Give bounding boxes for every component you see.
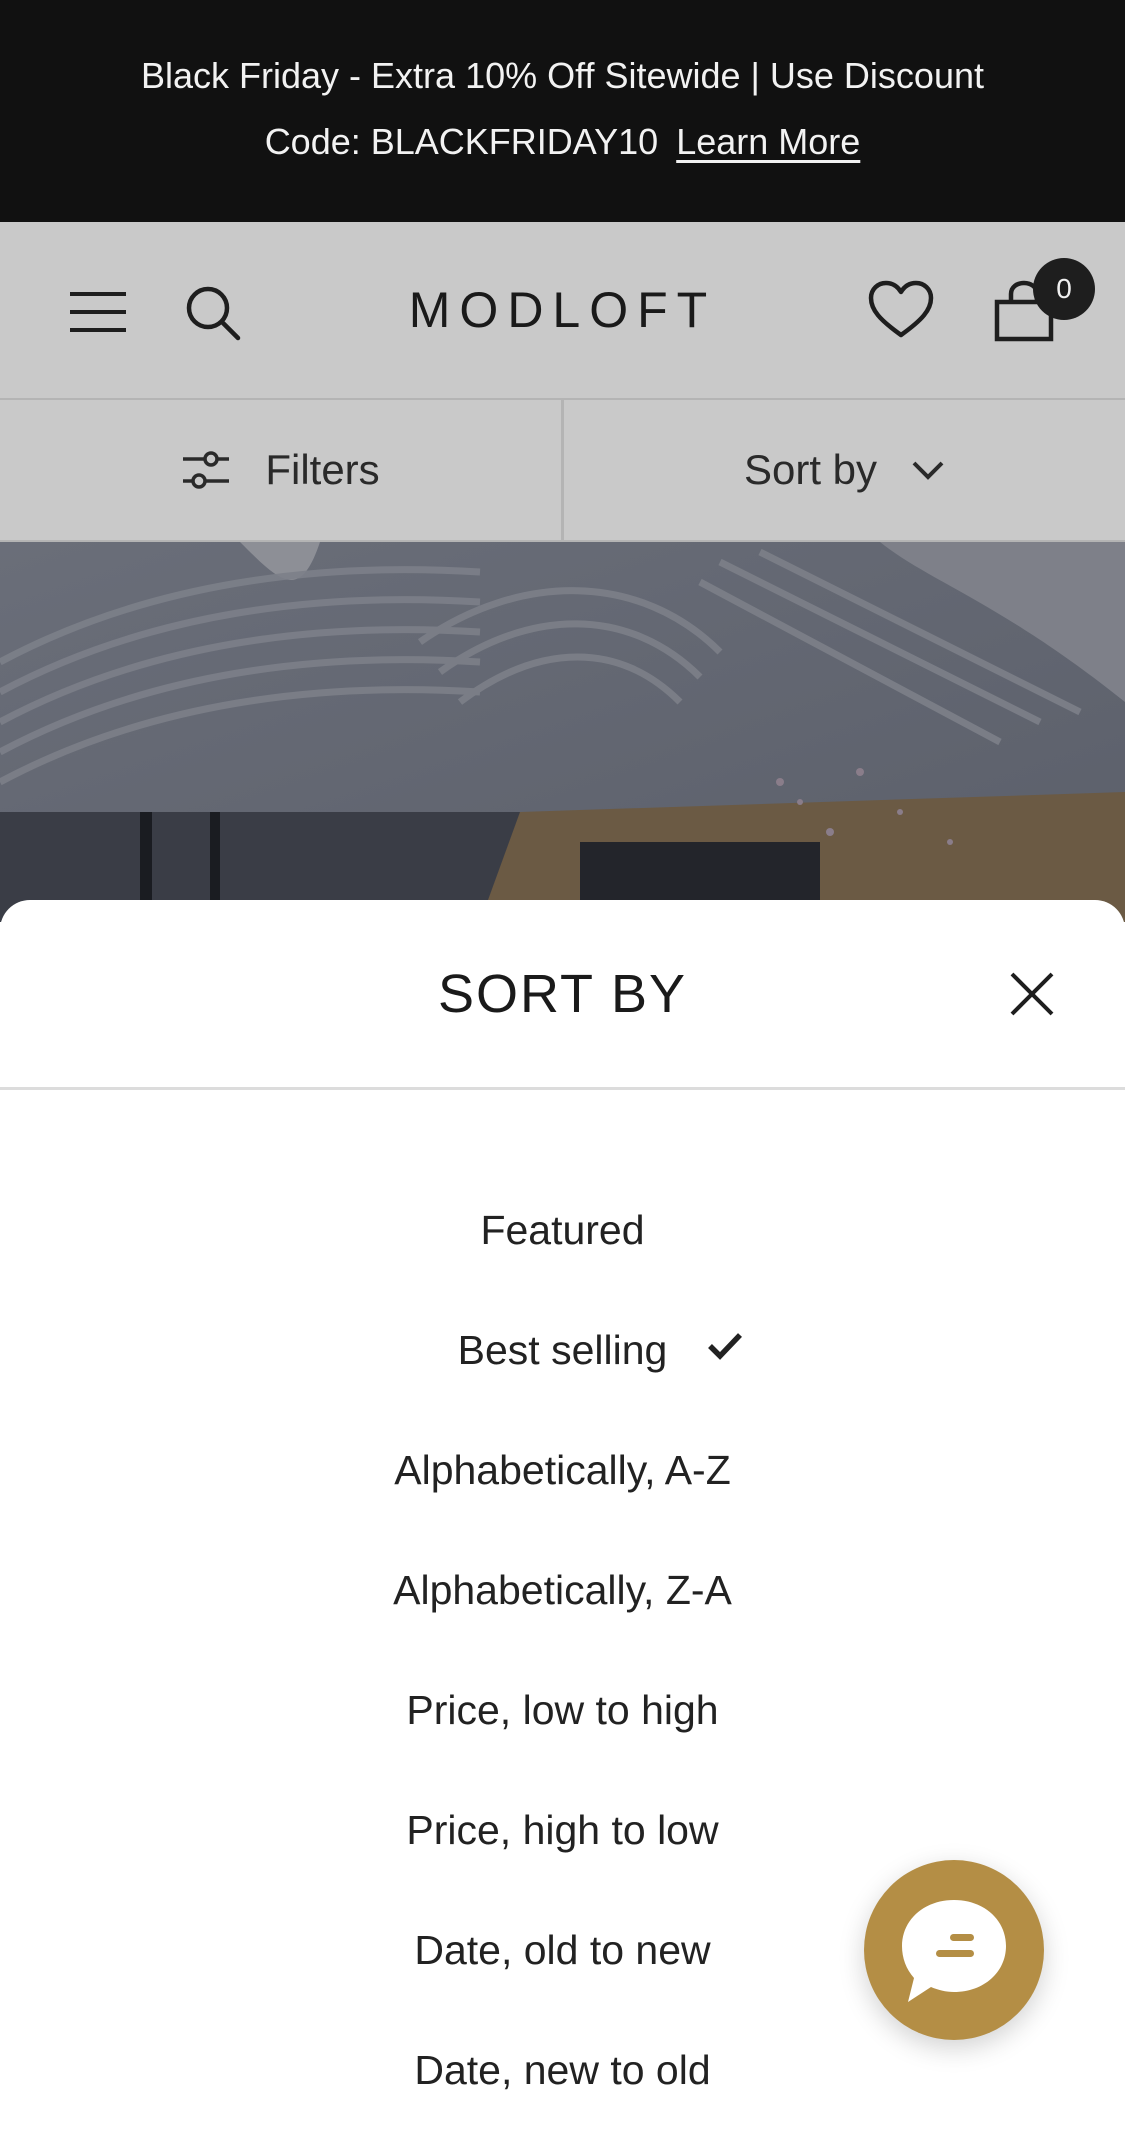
chevron-down-icon [912,461,944,480]
chat-bubble-icon [902,1900,1006,2002]
sort-option-label: Featured [480,1206,645,1253]
sort-option-label: Price, low to high [406,1686,719,1733]
collection-toolbar: Filters Sort by [0,400,1125,542]
announcement-line-1: Black Friday - Extra 10% Off Sitewide | … [141,55,984,96]
sort-option-label: Alphabetically, A-Z [394,1446,731,1493]
announcement-line-2: Code: BLACKFRIDAY10 Learn More [0,109,1125,175]
announcement-bar: Black Friday - Extra 10% Off Sitewide | … [0,0,1125,222]
brand-logo[interactable]: MODLOFT [0,284,1125,336]
sort-option-label: Price, high to low [406,1806,719,1853]
rug-table-photo [0,542,1125,922]
sort-by-label: Sort by [743,446,878,493]
discount-code-text: Code: BLACKFRIDAY10 [264,121,659,162]
site-header: MODLOFT 0 [0,222,1125,400]
sort-option-featured[interactable]: Featured [0,1170,1125,1290]
sort-option-label: Best selling [457,1326,668,1373]
learn-more-link[interactable]: Learn More [676,121,860,162]
sheet-header: SORT BY [0,900,1125,1090]
sort-option-label: Date, old to new [414,1926,711,1973]
close-icon[interactable] [1008,970,1056,1018]
sliders-icon [183,451,230,489]
sort-option-alpha-za[interactable]: Alphabetically, Z-A [0,1530,1125,1650]
sort-option-label: Date, new to old [414,2046,711,2093]
background-product-image [0,542,1125,922]
sort-option-price-low-high[interactable]: Price, low to high [0,1650,1125,1770]
filters-button[interactable]: Filters [0,400,564,540]
sort-by-button[interactable]: Sort by [564,400,1125,540]
heart-icon[interactable] [868,280,934,340]
filters-label: Filters [265,446,380,493]
chat-widget-button[interactable] [864,1860,1044,2040]
sort-option-alpha-az[interactable]: Alphabetically, A-Z [0,1410,1125,1530]
sheet-title: SORT BY [437,964,688,1024]
sort-option-best-selling[interactable]: Best selling [0,1290,1125,1410]
sort-option-label: Alphabetically, Z-A [393,1566,732,1613]
checkmark-icon [708,1333,742,1360]
cart-count-badge: 0 [1033,258,1095,320]
